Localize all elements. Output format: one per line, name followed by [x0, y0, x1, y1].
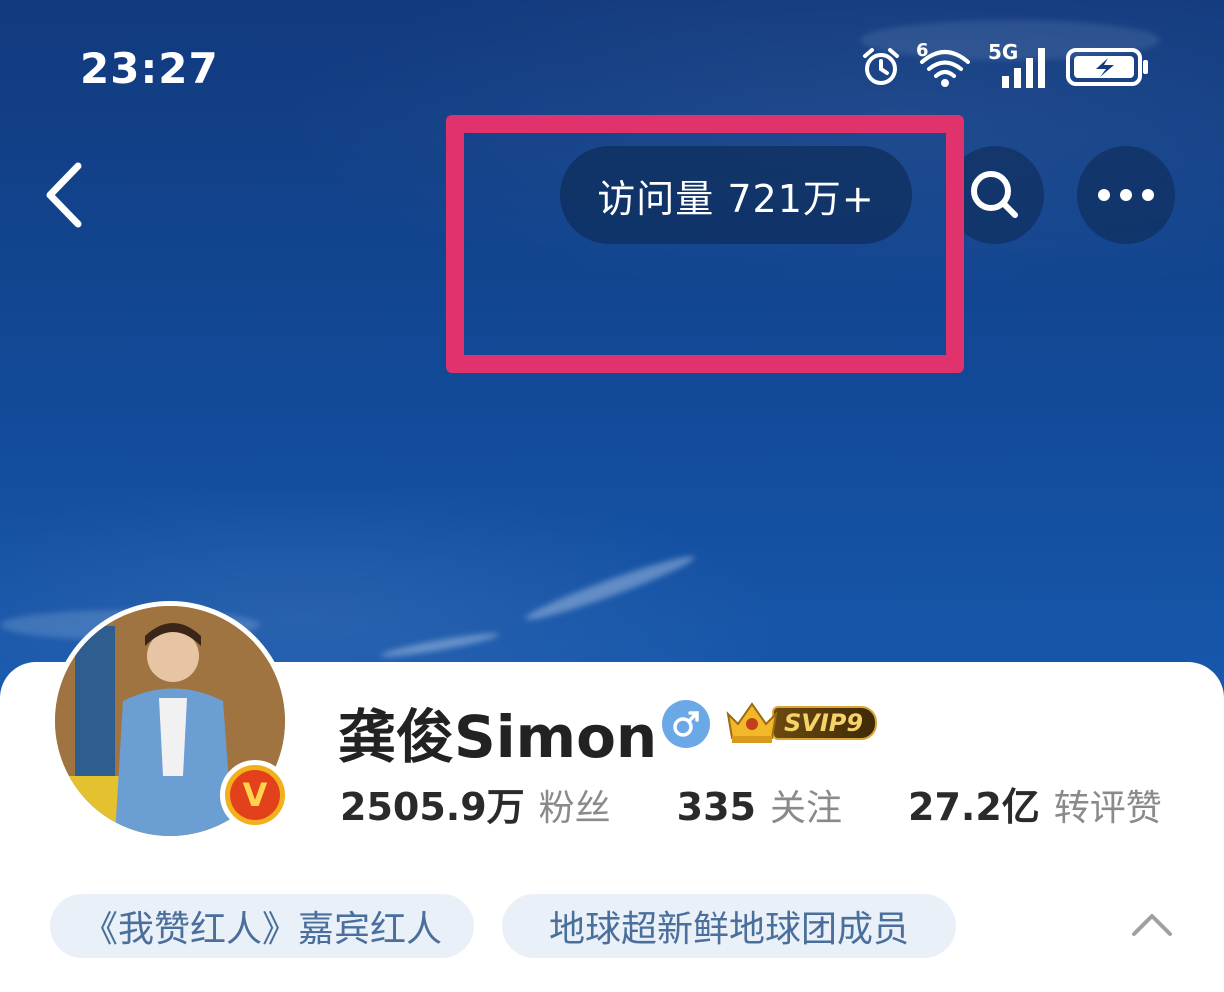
tag-label: 《我赞红人》嘉宾红人 — [81, 909, 442, 950]
svip-badge[interactable]: SVIP9 — [724, 702, 880, 744]
stat-label: 转评赞 — [1053, 788, 1162, 829]
more-button[interactable] — [1077, 146, 1175, 244]
battery-charging-icon — [1066, 48, 1148, 86]
verified-badge: V — [220, 760, 290, 830]
verified-badge-text: V — [230, 770, 280, 820]
stat-followers[interactable]: 2505.9万 粉丝 — [340, 776, 611, 831]
back-arrow-icon — [46, 162, 82, 228]
profile-tag-group[interactable]: 地球超新鲜地球团成员 — [502, 894, 956, 958]
search-icon — [971, 171, 1018, 218]
stat-value: 335 — [676, 785, 756, 829]
stat-label: 粉丝 — [538, 788, 611, 829]
crown-icon — [726, 702, 778, 743]
more-icon — [1098, 189, 1154, 201]
svip-label: SVIP9 — [772, 706, 878, 740]
stat-label: 关注 — [769, 788, 842, 829]
stat-following[interactable]: 335 关注 — [677, 779, 842, 831]
profile-tag-guest[interactable]: 《我赞红人》嘉宾红人 — [50, 894, 474, 958]
highlight-annotation-box — [446, 115, 964, 373]
alarm-icon — [863, 48, 899, 85]
stat-reposts-comments-likes[interactable]: 27.2亿 转评赞 — [908, 776, 1162, 831]
profile-name: 龚俊Simon — [338, 703, 658, 771]
back-button[interactable] — [36, 160, 96, 230]
stat-value: 2505.9万 — [340, 785, 525, 829]
chevron-up-icon[interactable] — [1130, 910, 1174, 938]
male-gender-icon — [662, 700, 710, 748]
wifi-icon: 6 — [916, 40, 974, 88]
status-icons: 6 5G — [860, 40, 1150, 88]
tag-label: 地球超新鲜地球团成员 — [548, 909, 909, 950]
status-time: 23:27 — [80, 44, 219, 93]
profile-stats: 2505.9万 粉丝 335 关注 27.2亿 转评赞 — [340, 776, 1162, 831]
5g-signal-icon: 5G — [988, 40, 1052, 88]
stat-value: 27.2亿 — [908, 785, 1040, 829]
